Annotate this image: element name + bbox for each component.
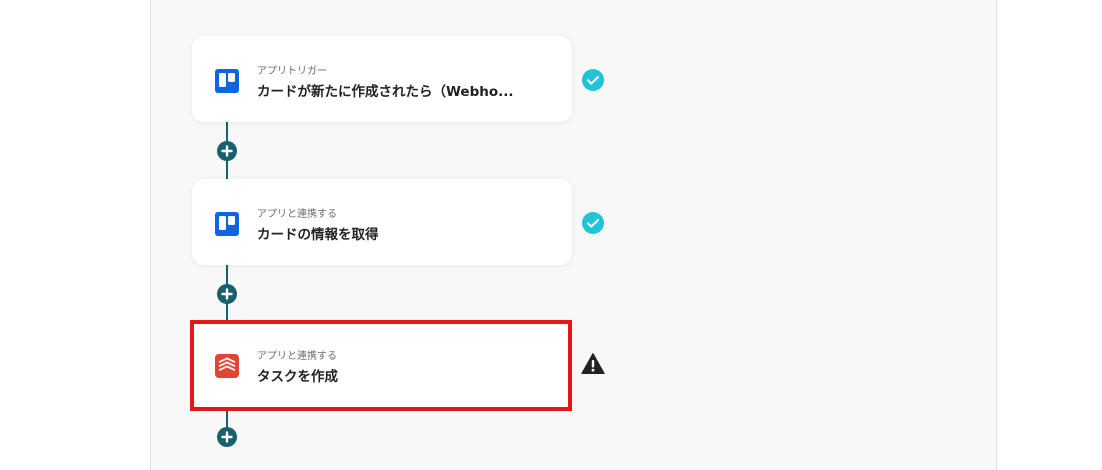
step-title: タスクを作成 <box>257 369 338 385</box>
flow-step-card-get-card[interactable]: アプリと連携する カードの情報を取得 <box>192 179 572 265</box>
flow-step-card-trigger[interactable]: アプリトリガー カードが新たに作成されたら（Webho... <box>192 36 572 122</box>
step-type-label: アプリと連携する <box>257 351 337 362</box>
flow-step-card-create-task[interactable]: アプリと連携する タスクを作成 <box>190 320 572 411</box>
add-step-button[interactable] <box>217 284 237 304</box>
check-icon <box>581 211 605 235</box>
warning-icon <box>581 352 605 376</box>
add-step-button[interactable] <box>217 427 237 447</box>
step-title: カードの情報を取得 <box>257 227 379 243</box>
add-step-button[interactable] <box>217 141 237 161</box>
plus-icon <box>221 431 233 443</box>
step-title: カードが新たに作成されたら（Webho... <box>257 84 514 100</box>
step-type-label: アプリと連携する <box>257 209 337 220</box>
todoist-icon <box>215 354 239 378</box>
plus-icon <box>221 145 233 157</box>
trello-icon <box>215 212 239 236</box>
check-icon <box>581 68 605 92</box>
trello-icon <box>215 69 239 93</box>
plus-icon <box>221 288 233 300</box>
step-type-label: アプリトリガー <box>257 66 327 77</box>
